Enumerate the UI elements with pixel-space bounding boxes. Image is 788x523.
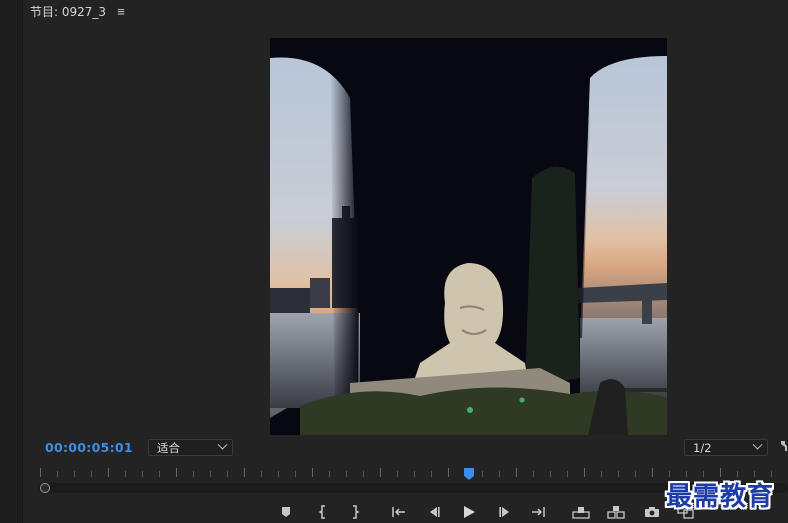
ruler-tick — [57, 471, 58, 477]
ruler-tick — [91, 471, 92, 477]
panel-header: 节目: 0927_3 ≡ — [30, 0, 128, 22]
playback-resolution-select[interactable]: 1/2 — [684, 439, 768, 456]
mark-in-icon — [318, 505, 325, 519]
ruler-tick — [125, 471, 126, 477]
ruler-tick — [448, 468, 449, 477]
step-forward-icon — [499, 507, 509, 517]
mark-out-button[interactable] — [346, 503, 364, 521]
ruler-tick — [652, 468, 653, 477]
ruler-tick — [397, 471, 398, 477]
export-frame-button[interactable] — [643, 503, 661, 521]
ruler-tick — [40, 468, 41, 477]
ruler-tick — [244, 468, 245, 477]
mark-out-icon — [353, 505, 360, 519]
mark-in-button[interactable] — [314, 503, 332, 521]
left-panel-edge — [0, 0, 23, 523]
ruler-tick — [550, 471, 551, 477]
step-forward-button[interactable] — [496, 503, 514, 521]
go-to-in-button[interactable] — [390, 503, 408, 521]
ruler-tick — [482, 471, 483, 477]
zoom-level-value: 适合 — [157, 440, 180, 455]
ruler-tick — [295, 471, 296, 477]
ruler-tick — [142, 471, 143, 477]
lift-button[interactable] — [572, 503, 590, 521]
extract-icon — [607, 506, 625, 519]
ruler-tick — [533, 471, 534, 477]
ruler-tick — [516, 468, 517, 477]
hamburger-icon[interactable]: ≡ — [114, 4, 128, 19]
resolution-value: 1/2 — [693, 440, 712, 455]
chevron-down-icon — [217, 439, 228, 450]
add-marker-button[interactable] — [277, 503, 295, 521]
ruler-tick — [601, 471, 602, 477]
go-to-in-icon — [392, 507, 405, 517]
ruler-tick — [176, 468, 177, 477]
ruler-tick — [414, 471, 415, 477]
playhead-marker[interactable] — [464, 468, 474, 480]
ruler-tick — [499, 471, 500, 477]
extract-button[interactable] — [607, 503, 625, 521]
watermark: 最需教育 — [666, 482, 775, 512]
step-back-icon — [430, 507, 440, 517]
ruler-tick — [108, 468, 109, 477]
ruler-tick — [159, 471, 160, 477]
ruler-tick — [618, 471, 619, 477]
ruler-tick — [278, 471, 279, 477]
go-to-out-button[interactable] — [529, 503, 547, 521]
play-button[interactable] — [460, 503, 478, 521]
scrollbar-handle[interactable] — [40, 483, 50, 493]
ruler-tick — [584, 468, 585, 477]
zoom-level-select[interactable]: 适合 — [148, 439, 233, 456]
ruler-tick — [312, 468, 313, 477]
program-monitor-viewer[interactable] — [270, 38, 667, 435]
video-frame — [270, 38, 667, 435]
ruler-tick — [193, 471, 194, 477]
ruler-tick — [261, 471, 262, 477]
ruler-tick — [380, 468, 381, 477]
ruler-tick — [227, 471, 228, 477]
ruler-tick — [363, 471, 364, 477]
ruler-tick — [210, 471, 211, 477]
marker-icon — [282, 507, 290, 517]
ruler-tick — [329, 471, 330, 477]
lift-icon — [572, 507, 590, 519]
camera-icon — [645, 507, 659, 517]
ruler-tick — [431, 471, 432, 477]
ruler-tick — [346, 471, 347, 477]
ruler-tick — [567, 471, 568, 477]
panel-title[interactable]: 节目: 0927_3 — [30, 3, 106, 20]
go-to-out-icon — [532, 507, 545, 517]
ruler-tick — [74, 471, 75, 477]
play-icon — [464, 506, 475, 518]
wrench-icon[interactable] — [779, 440, 788, 452]
ruler-tick — [635, 471, 636, 477]
step-back-button[interactable] — [425, 503, 443, 521]
chevron-down-icon — [752, 439, 763, 450]
playhead-timecode[interactable]: 00:00:05:01 — [45, 440, 133, 455]
